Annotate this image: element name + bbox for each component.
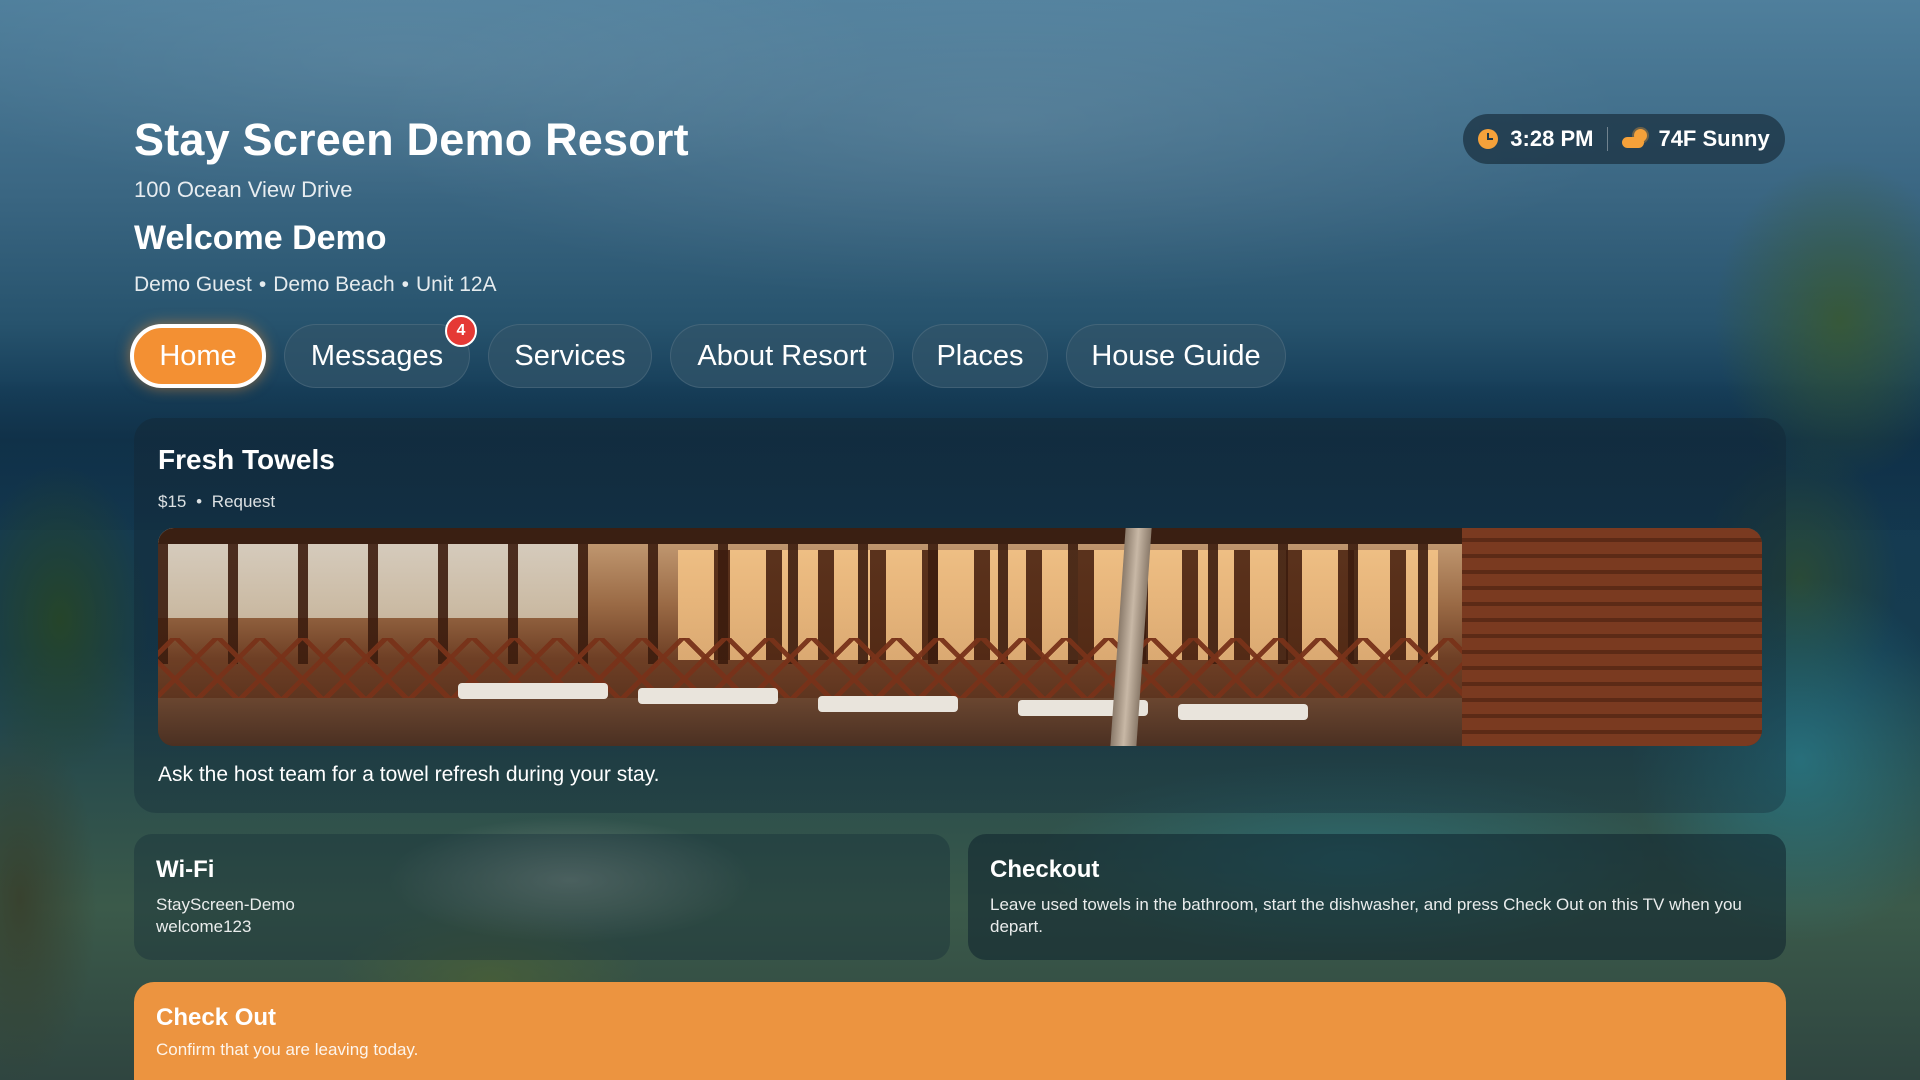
unread-badge: 4: [445, 315, 477, 347]
divider: [1607, 127, 1609, 151]
header: Stay Screen Demo Resort 100 Ocean View D…: [134, 112, 689, 298]
tab-about-resort[interactable]: About Resort: [670, 324, 894, 388]
service-title: Fresh Towels: [158, 444, 335, 475]
check-out-title: Check Out: [156, 1004, 277, 1031]
tab-places[interactable]: Places: [912, 324, 1048, 388]
tab-house-guide[interactable]: House Guide: [1066, 324, 1286, 388]
service-action: Request: [211, 492, 276, 511]
wifi-details: StayScreen-Demo welcome123: [156, 894, 928, 938]
service-meta: $15 • Request: [158, 492, 275, 512]
wifi-card: Wi-Fi StayScreen-Demo welcome123: [134, 834, 950, 960]
separator: •: [401, 273, 410, 296]
service-image: [158, 528, 1762, 746]
separator: •: [196, 492, 203, 511]
resort-address: 100 Ocean View Drive: [134, 177, 353, 202]
tab-services[interactable]: Services: [488, 324, 652, 388]
welcome-heading: Welcome Demo: [134, 219, 387, 257]
tv-home-screen: Stay Screen Demo Resort 100 Ocean View D…: [0, 0, 1920, 1080]
service-description: Ask the host team for a towel refresh du…: [158, 763, 660, 786]
current-weather: 74F Sunny: [1658, 126, 1770, 151]
featured-service-card[interactable]: Fresh Towels $15 • Request Ask the host …: [134, 418, 1786, 813]
separator: •: [258, 273, 267, 296]
tab-home[interactable]: Home: [130, 324, 266, 388]
wifi-title: Wi-Fi: [156, 856, 215, 883]
current-time: 3:28 PM: [1510, 126, 1594, 151]
unit-number: Unit 12A: [416, 273, 497, 296]
tab-label: About Resort: [697, 339, 867, 372]
property-name: Demo Beach: [273, 273, 395, 296]
wifi-password: welcome123: [156, 917, 252, 936]
tab-label: Messages: [310, 339, 444, 372]
guest-details: Demo Guest • Demo Beach • Unit 12A: [134, 272, 689, 298]
tab-label: Home: [159, 339, 237, 372]
tab-label: House Guide: [1091, 339, 1261, 372]
resort-name: Stay Screen Demo Resort: [134, 114, 689, 165]
tab-messages[interactable]: Messages 4: [284, 315, 477, 388]
status-pill: 3:28 PM 74F Sunny: [1463, 114, 1785, 164]
guest-name: Demo Guest: [134, 273, 252, 296]
tab-label: Services: [514, 339, 626, 372]
clock-icon: [1478, 129, 1499, 149]
check-out-subtitle: Confirm that you are leaving today.: [156, 1040, 419, 1059]
check-out-button[interactable]: Check Out Confirm that you are leaving t…: [134, 982, 1786, 1080]
tab-label: Places: [936, 339, 1024, 372]
wifi-network: StayScreen-Demo: [156, 895, 295, 914]
checkout-title: Checkout: [990, 856, 1100, 883]
partly-sunny-icon: [1622, 128, 1650, 150]
checkout-info-card: Checkout Leave used towels in the bathro…: [968, 834, 1786, 960]
service-price: $15: [158, 492, 187, 511]
checkout-instructions: Leave used towels in the bathroom, start…: [990, 895, 1742, 936]
main-nav: Home Messages 4 Services About Resort Pl…: [130, 315, 1286, 388]
